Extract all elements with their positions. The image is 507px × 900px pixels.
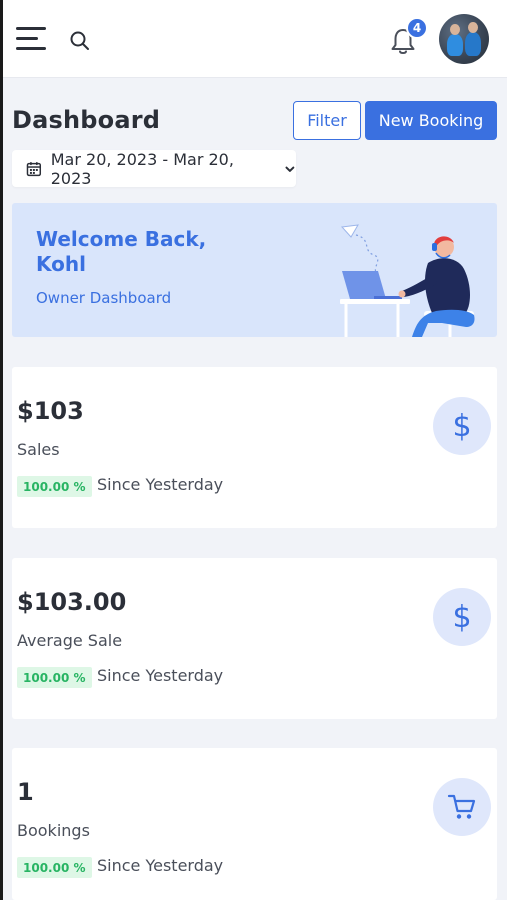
chevron-down-icon (285, 166, 295, 172)
user-avatar[interactable] (439, 14, 489, 64)
welcome-title: Welcome Back, Kohl (36, 227, 207, 276)
cart-icon (433, 778, 491, 836)
search-icon[interactable] (69, 30, 91, 52)
menu-icon[interactable] (16, 27, 48, 53)
stat-label: Bookings (17, 821, 90, 840)
since-text: Since Yesterday (97, 475, 224, 494)
change-badge: 100.00 % (17, 667, 92, 688)
change-badge: 100.00 % (17, 476, 92, 497)
stat-card-average-sale: $103.00 Average Sale 100.00 % Since Yest… (12, 558, 497, 719)
welcome-banner: Welcome Back, Kohl Owner Dashboard (12, 203, 497, 337)
stat-card-sales: $103 Sales 100.00 % Since Yesterday $ (12, 367, 497, 528)
date-range-picker[interactable]: Mar 20, 2023 - Mar 20, 2023 (12, 149, 296, 188)
since-text: Since Yesterday (97, 856, 224, 875)
since-text: Since Yesterday (97, 666, 224, 685)
new-booking-button[interactable]: New Booking (365, 101, 497, 140)
notification-badge: 4 (406, 17, 428, 39)
stat-value: $103 (17, 397, 84, 425)
person-laptop-illustration (340, 224, 475, 337)
stat-card-bookings: 1 Bookings 100.00 % Since Yesterday (12, 748, 497, 900)
change-badge: 100.00 % (17, 857, 92, 878)
date-range-text: Mar 20, 2023 - Mar 20, 2023 (50, 149, 234, 188)
window-edge (0, 0, 3, 900)
dollar-icon: $ (433, 588, 491, 646)
page-title: Dashboard (12, 106, 161, 134)
filter-button[interactable]: Filter (293, 101, 361, 140)
stat-value: 1 (17, 778, 34, 806)
stat-label: Average Sale (17, 631, 123, 650)
stat-value: $103.00 (17, 588, 127, 616)
top-navbar: 4 (3, 0, 507, 78)
welcome-subtitle: Owner Dashboard (36, 289, 172, 307)
stat-label: Sales (17, 440, 60, 459)
dollar-icon: $ (433, 397, 491, 455)
calendar-icon (26, 161, 42, 176)
